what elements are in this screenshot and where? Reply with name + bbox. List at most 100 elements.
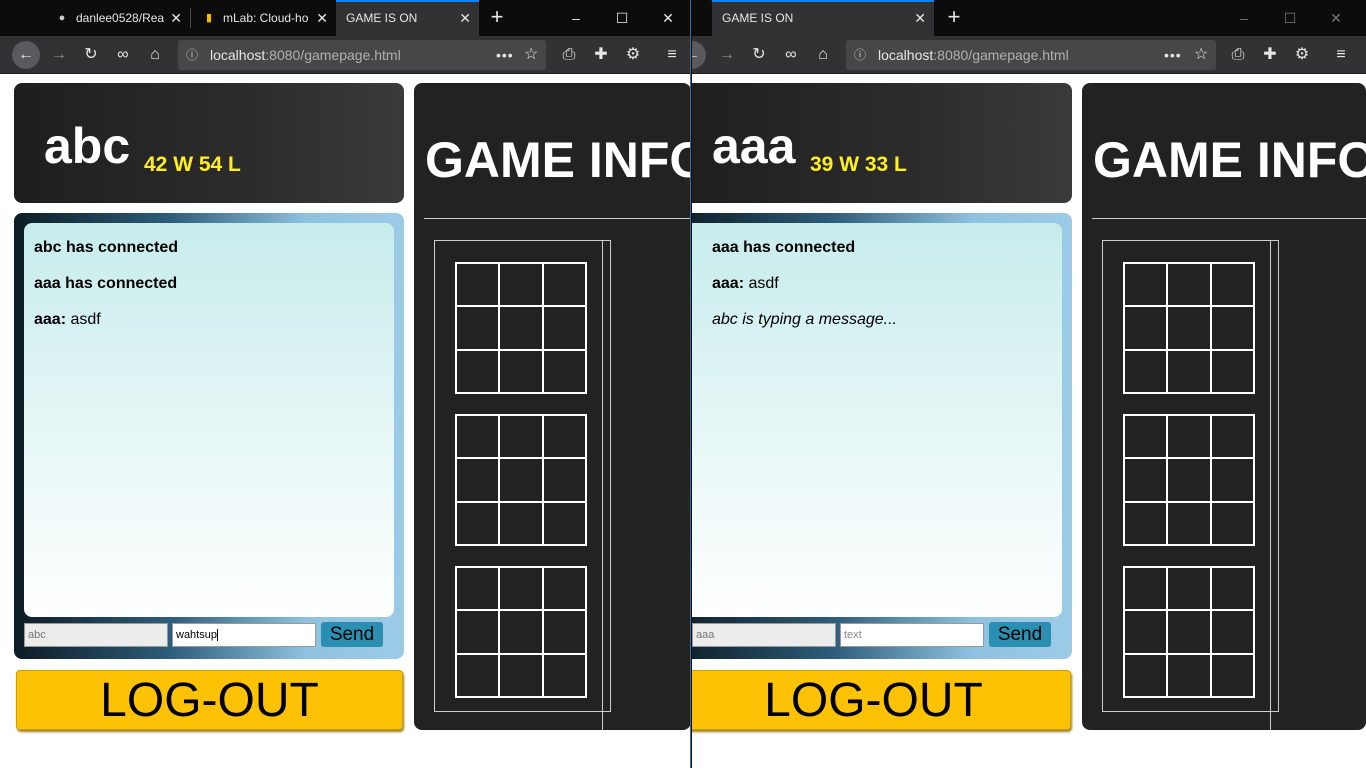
private-mask-icon[interactable]: ∞ <box>777 41 805 69</box>
reload-icon[interactable]: ↻ <box>77 41 105 69</box>
page-actions-icon[interactable]: ••• <box>1164 40 1182 70</box>
board-cell[interactable] <box>1210 263 1254 307</box>
board-cell[interactable] <box>1167 610 1211 654</box>
site-info-icon[interactable]: ⓘ <box>186 40 198 70</box>
minimize-icon[interactable]: – <box>553 0 599 36</box>
tab-github[interactable]: ● danlee0528/Rea ✕ <box>44 0 190 36</box>
board-cell[interactable] <box>499 653 543 697</box>
board-cell[interactable] <box>456 415 500 459</box>
maximize-icon[interactable]: ☐ <box>599 0 645 36</box>
logout-button[interactable]: LOG-OUT <box>692 670 1071 730</box>
settings-gear-icon[interactable]: ⚙ <box>619 41 647 69</box>
print-icon[interactable]: ⎙ <box>555 41 583 69</box>
board-cell[interactable] <box>456 610 500 654</box>
close-tab-icon[interactable]: ✕ <box>914 2 926 36</box>
board-cell[interactable] <box>1167 415 1211 459</box>
send-button[interactable]: Send <box>989 622 1051 647</box>
bookmark-star-icon[interactable]: ☆ <box>1194 40 1208 70</box>
menu-icon[interactable]: ≡ <box>658 41 686 69</box>
print-icon[interactable]: ⎙ <box>1224 41 1252 69</box>
close-window-icon[interactable]: ✕ <box>645 0 690 36</box>
board-cell[interactable] <box>542 349 586 393</box>
url-text[interactable]: localhost:8080/gamepage.html <box>878 40 1069 70</box>
minimize-icon[interactable]: – <box>1221 0 1267 36</box>
board-cell[interactable] <box>542 458 586 502</box>
tab-game-is-on[interactable]: GAME IS ON ✕ <box>336 0 479 36</box>
board-cell[interactable] <box>542 653 586 697</box>
tab-game-is-on[interactable]: GAME IS ON ✕ <box>712 0 934 36</box>
message-input[interactable]: wahtsup <box>172 623 316 647</box>
maximize-icon[interactable]: ☐ <box>1267 0 1313 36</box>
page-actions-icon[interactable]: ••• <box>496 40 514 70</box>
board-cell[interactable] <box>1124 567 1168 611</box>
board-cell[interactable] <box>499 349 543 393</box>
board-cell[interactable] <box>499 415 543 459</box>
menu-icon[interactable]: ≡ <box>1327 41 1355 69</box>
board-cell[interactable] <box>1210 306 1254 350</box>
board-cell[interactable] <box>1210 653 1254 697</box>
private-mask-icon[interactable]: ∞ <box>109 41 137 69</box>
board-cell[interactable] <box>456 306 500 350</box>
extensions-icon[interactable]: ✚ <box>1256 41 1284 69</box>
board-cell[interactable] <box>499 306 543 350</box>
board-cell[interactable] <box>1167 349 1211 393</box>
board-cell[interactable] <box>542 306 586 350</box>
url-bar[interactable]: ⓘ localhost:8080/gamepage.html ••• ☆ <box>846 40 1216 70</box>
site-info-icon[interactable]: ⓘ <box>854 40 866 70</box>
back-icon[interactable]: ← <box>692 41 706 69</box>
new-tab-icon[interactable]: + <box>483 0 511 36</box>
board-cell[interactable] <box>456 458 500 502</box>
board-cell[interactable] <box>456 567 500 611</box>
logout-button[interactable]: LOG-OUT <box>16 670 403 730</box>
close-window-icon[interactable]: ✕ <box>1313 0 1359 36</box>
close-tab-icon[interactable]: ✕ <box>459 2 471 36</box>
board-cell[interactable] <box>499 567 543 611</box>
board-cell[interactable] <box>542 415 586 459</box>
new-tab-icon[interactable]: + <box>940 0 968 36</box>
board-cell[interactable] <box>1124 415 1168 459</box>
bookmark-star-icon[interactable]: ☆ <box>524 40 538 70</box>
board-cell[interactable] <box>1124 349 1168 393</box>
forward-icon[interactable]: → <box>45 41 73 69</box>
home-icon[interactable]: ⌂ <box>141 41 169 69</box>
board-cell[interactable] <box>542 263 586 307</box>
board-cell[interactable] <box>1124 653 1168 697</box>
board-cell[interactable] <box>456 501 500 545</box>
board-cell[interactable] <box>542 610 586 654</box>
board-cell[interactable] <box>1124 263 1168 307</box>
board-cell[interactable] <box>1167 263 1211 307</box>
reload-icon[interactable]: ↻ <box>745 41 773 69</box>
board-cell[interactable] <box>1210 610 1254 654</box>
board-cell[interactable] <box>542 501 586 545</box>
board-cell[interactable] <box>1124 458 1168 502</box>
board-cell[interactable] <box>1167 653 1211 697</box>
board-cell[interactable] <box>499 501 543 545</box>
board-cell[interactable] <box>1210 349 1254 393</box>
board-cell[interactable] <box>1210 415 1254 459</box>
close-tab-icon[interactable]: ✕ <box>316 0 328 36</box>
board-cell[interactable] <box>456 263 500 307</box>
extensions-icon[interactable]: ✚ <box>587 41 615 69</box>
username-field[interactable]: aaa <box>692 623 836 647</box>
board-cell[interactable] <box>1167 501 1211 545</box>
board-cell[interactable] <box>1124 610 1168 654</box>
settings-gear-icon[interactable]: ⚙ <box>1288 41 1316 69</box>
board-cell[interactable] <box>499 263 543 307</box>
board-cell[interactable] <box>456 653 500 697</box>
send-button[interactable]: Send <box>321 622 383 647</box>
board-cell[interactable] <box>1167 306 1211 350</box>
home-icon[interactable]: ⌂ <box>809 41 837 69</box>
board-cell[interactable] <box>1210 458 1254 502</box>
board-cell[interactable] <box>1124 501 1168 545</box>
tab-mlab[interactable]: ▮ mLab: Cloud-ho ✕ <box>191 0 336 36</box>
board-cell[interactable] <box>1124 306 1168 350</box>
board-cell[interactable] <box>456 349 500 393</box>
url-bar[interactable]: ⓘ localhost:8080/gamepage.html ••• ☆ <box>178 40 546 70</box>
message-input[interactable]: text <box>840 623 984 647</box>
board-cell[interactable] <box>499 610 543 654</box>
board-cell[interactable] <box>499 458 543 502</box>
board-cell[interactable] <box>1210 567 1254 611</box>
board-cell[interactable] <box>1210 501 1254 545</box>
forward-icon[interactable]: → <box>713 41 741 69</box>
username-field[interactable]: abc <box>24 623 168 647</box>
